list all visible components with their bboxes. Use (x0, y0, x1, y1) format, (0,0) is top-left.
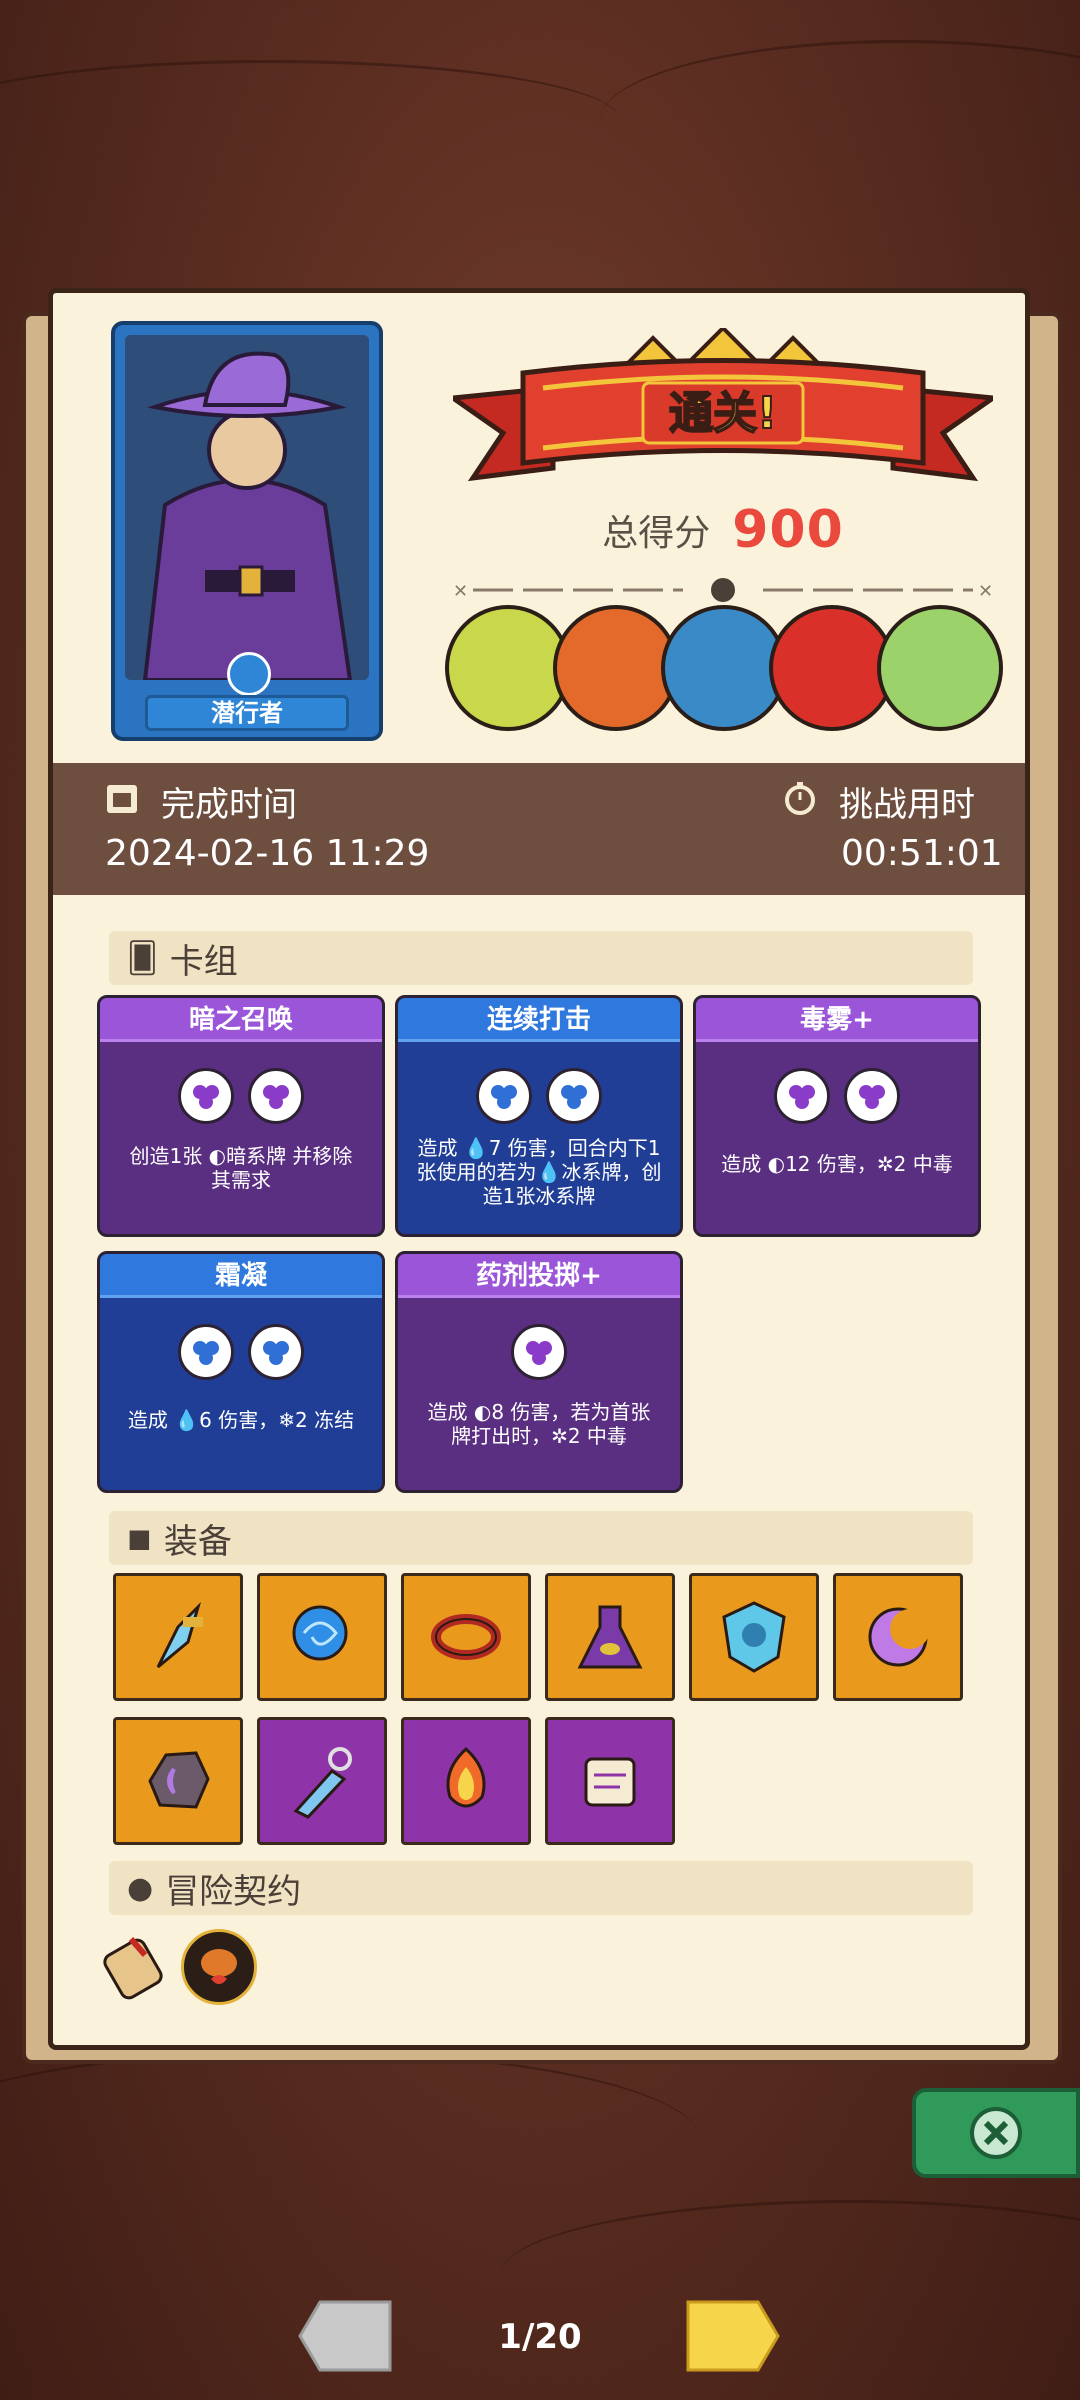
deck-card[interactable]: 暗之召唤 创造1张 ◐暗系牌 并移除 其需求 (97, 995, 385, 1237)
character-name: 潜行者 (145, 695, 349, 731)
score-row: 总得分 900 (453, 498, 993, 562)
moon-stone-icon[interactable] (113, 1717, 243, 1845)
eye-potion-flask-icon[interactable] (545, 1573, 675, 1701)
crystal-dagger-icon[interactable] (113, 1573, 243, 1701)
crossed-swords-icon: ✕ (978, 581, 993, 602)
finish-time-label: 完成时间 (161, 785, 297, 825)
card-description: 创造1张 ◐暗系牌 并移除 其需求 (100, 1144, 382, 1192)
purple-moon-icon[interactable] (833, 1573, 963, 1701)
character-portrait-card: 潜行者 (111, 321, 383, 741)
ice-cost-icon (178, 1324, 234, 1380)
banner-text: 通关! (669, 388, 777, 439)
card-description: 造成 💧7 伤害，回合内下1 张使用的若为💧冰系牌，创 造1张冰系牌 (398, 1136, 680, 1208)
contract-section-title: 冒险契约 (165, 1871, 302, 1912)
rank-badge-icon (227, 652, 271, 696)
ice-shield-icon[interactable] (689, 1573, 819, 1701)
card-desc-line: 其需求 (211, 1168, 271, 1192)
forest-elf-boss-icon (877, 605, 1003, 731)
equipment-section-title: 装备 (163, 1521, 232, 1562)
boss-divider: ✕ ✕ (443, 575, 1003, 605)
clear-banner: 通关! (446, 325, 1000, 498)
card-desc-line: 张使用的若为💧冰系牌，创 (416, 1160, 662, 1184)
score-value: 900 (732, 500, 844, 560)
prev-page-button[interactable] (296, 2298, 394, 2374)
card-desc-line: 造成 💧7 伤害，回合内下1 (417, 1136, 661, 1160)
card-desc-line: 造1张冰系牌 (482, 1184, 596, 1208)
contract-section-header: ● 冒险契约 (109, 1861, 973, 1915)
result-panel: 潜行者 通关! 总得分 900 ✕ ✕ 完成时间 2024-02-16 11:2… (48, 288, 1030, 2050)
card-description: 造成 ◐12 伤害，✲2 中毒 (696, 1152, 978, 1176)
card-title: 连续打击 (398, 998, 680, 1042)
challenge-time-label: 挑战用时 (839, 785, 975, 825)
scroll-contract-icon[interactable] (101, 1925, 173, 2005)
deck-card[interactable]: 连续打击 造成 💧7 伤害，回合内下1 张使用的若为💧冰系牌，创 造1张冰系牌 (395, 995, 683, 1237)
equipment-section-header: ◼ 装备 (109, 1511, 973, 1565)
calendar-icon (107, 785, 137, 813)
deck-card[interactable]: 药剂投掷+ 造成 ◐8 伤害，若为首张 牌打出时，✲2 中毒 (395, 1251, 683, 1493)
defeated-bosses (445, 605, 1005, 735)
shadow-cost-icon (178, 1068, 234, 1124)
magic-scroll-icon[interactable] (545, 1717, 675, 1845)
ice-cost-icon (546, 1068, 602, 1124)
shadow-cost-icon (774, 1068, 830, 1124)
card-description: 造成 💧6 伤害，❄2 冻结 (100, 1408, 382, 1432)
fire-gem-icon[interactable] (401, 1717, 531, 1845)
time-bar: 完成时间 2024-02-16 11:29 挑战用时 00:51:01 (53, 763, 1025, 895)
card-title: 药剂投掷+ (398, 1254, 680, 1298)
deck-section-title: 卡组 (169, 941, 238, 982)
page-indicator: 1/20 (498, 2317, 582, 2357)
skull-icon (711, 578, 735, 602)
card-desc-line: 造成 ◐12 伤害，✲2 中毒 (721, 1152, 953, 1176)
rogue-character-icon (125, 335, 369, 680)
card-description: 造成 ◐8 伤害，若为首张 牌打出时，✲2 中毒 (398, 1400, 680, 1448)
ice-cost-icon (248, 1324, 304, 1380)
blue-orb-staff-icon[interactable] (257, 1573, 387, 1701)
shadow-cost-icon (844, 1068, 900, 1124)
spiked-collar-icon[interactable] (401, 1573, 531, 1701)
character-portrait (125, 335, 369, 680)
shadow-cost-icon (248, 1068, 304, 1124)
card-desc-line: 造成 ◐8 伤害，若为首张 (427, 1400, 651, 1424)
roast-chicken-heart-icon[interactable] (181, 1929, 257, 2005)
deck-card[interactable]: 毒雾+ 造成 ◐12 伤害，✲2 中毒 (693, 995, 981, 1237)
deck-section-header: 🂠 卡组 (109, 931, 973, 985)
next-page-button[interactable] (684, 2298, 782, 2374)
crossed-swords-icon: ✕ (453, 581, 468, 602)
score-label: 总得分 (602, 513, 711, 554)
person-icon: ● (127, 1870, 154, 1906)
card-desc-line: 创造1张 ◐暗系牌 并移除 (129, 1144, 353, 1168)
card-desc-line: 造成 💧6 伤害，❄2 冻结 (127, 1408, 355, 1432)
chevron-left-icon (298, 2300, 392, 2372)
card-title: 霜凝 (100, 1254, 382, 1298)
finish-time-value: 2024-02-16 11:29 (105, 833, 430, 874)
deck-card[interactable]: 霜凝 造成 💧6 伤害，❄2 冻结 (97, 1251, 385, 1493)
chevron-right-icon (686, 2300, 780, 2372)
card-title: 暗之召唤 (100, 998, 382, 1042)
ice-blade-icon[interactable] (257, 1717, 387, 1845)
card-desc-line: 牌打出时，✲2 中毒 (451, 1424, 627, 1448)
close-icon (970, 2107, 1022, 2159)
ice-cost-icon (476, 1068, 532, 1124)
card-title: 毒雾+ (696, 998, 978, 1042)
close-button[interactable] (912, 2088, 1080, 2178)
challenge-time-value: 00:51:01 (841, 833, 1003, 874)
shadow-cost-icon (511, 1324, 567, 1380)
stopwatch-icon (785, 782, 815, 815)
cards-icon: 🂠 (127, 940, 158, 976)
cube-icon: ◼ (127, 1520, 152, 1556)
